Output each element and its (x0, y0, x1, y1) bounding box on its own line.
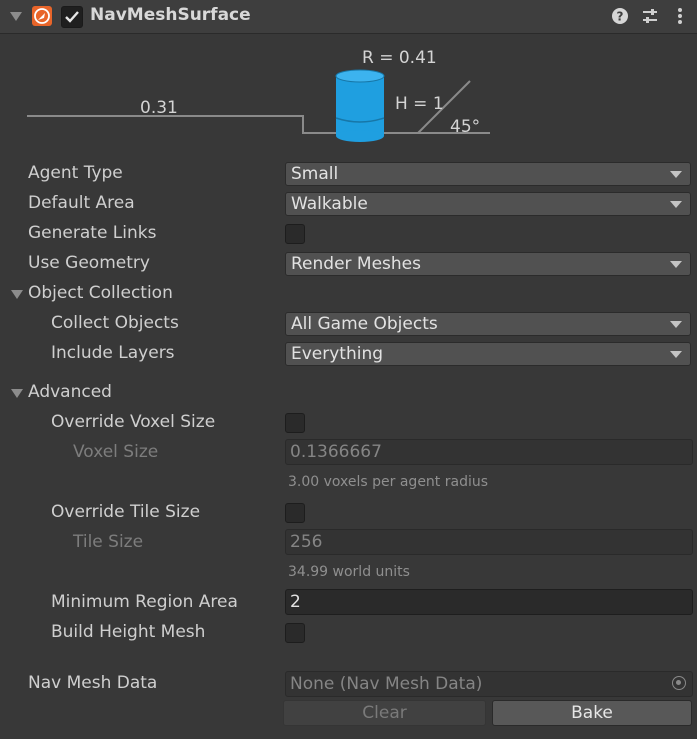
presets-icon[interactable] (639, 4, 661, 28)
minimum-region-area-label: Minimum Region Area (51, 592, 238, 612)
nav-mesh-data-value: None (Nav Mesh Data) (290, 674, 483, 694)
dropdown-arrow-icon (670, 261, 682, 268)
voxel-size-value: 0.1366667 (290, 442, 382, 462)
agent-type-label: Agent Type (28, 163, 123, 183)
agent-step-label: 0.31 (140, 98, 178, 118)
minimum-region-area-field[interactable]: 2 (285, 589, 693, 615)
agent-type-dropdown[interactable]: Small (285, 162, 691, 186)
component-enabled-checkbox[interactable] (61, 6, 83, 28)
checkmark-icon (65, 11, 79, 23)
agent-radius-label: R = 0.41 (362, 48, 437, 68)
voxel-size-label: Voxel Size (73, 442, 159, 462)
use-geometry-label: Use Geometry (28, 253, 150, 273)
override-tile-size-checkbox[interactable] (285, 503, 305, 523)
nav-mesh-data-label: Nav Mesh Data (28, 673, 158, 693)
tile-size-hint: 34.99 world units (288, 564, 410, 580)
more-icon[interactable] (669, 4, 691, 28)
agent-type-value: Small (291, 164, 339, 184)
agent-diagram (27, 69, 490, 142)
dropdown-arrow-icon (670, 351, 682, 358)
minimum-region-area-value: 2 (290, 592, 301, 612)
generate-links-checkbox[interactable] (285, 224, 305, 244)
clear-button[interactable]: Clear (283, 700, 486, 726)
default-area-label: Default Area (28, 193, 135, 213)
generate-links-label: Generate Links (28, 223, 157, 243)
override-voxel-size-label: Override Voxel Size (51, 412, 216, 432)
default-area-value: Walkable (291, 194, 368, 214)
tile-size-value: 256 (290, 532, 323, 552)
component-header: NavMeshSurface ? (0, 0, 697, 34)
voxel-size-field: 0.1366667 (285, 439, 693, 465)
advanced-header[interactable]: Advanced (28, 382, 112, 402)
collect-objects-value: All Game Objects (291, 314, 438, 334)
use-geometry-value: Render Meshes (291, 254, 421, 274)
object-collection-header[interactable]: Object Collection (28, 283, 173, 303)
dropdown-arrow-icon (670, 321, 682, 328)
include-layers-label: Include Layers (51, 343, 175, 363)
build-height-mesh-checkbox[interactable] (285, 623, 305, 643)
agent-cylinder (336, 76, 384, 136)
build-height-mesh-label: Build Height Mesh (51, 622, 206, 642)
object-collection-foldout-icon[interactable] (11, 290, 23, 299)
collect-objects-label: Collect Objects (51, 313, 179, 333)
agent-height-label: H = 1 (395, 94, 444, 114)
nav-mesh-data-field[interactable]: None (Nav Mesh Data) (285, 671, 693, 697)
dropdown-arrow-icon (670, 171, 682, 178)
help-icon[interactable]: ? (609, 4, 631, 28)
include-layers-dropdown[interactable]: Everything (285, 342, 691, 366)
use-geometry-dropdown[interactable]: Render Meshes (285, 252, 691, 276)
override-tile-size-label: Override Tile Size (51, 502, 201, 522)
navmesh-component-icon (32, 6, 52, 26)
advanced-foldout-icon[interactable] (11, 389, 23, 398)
foldout-arrow-icon[interactable] (10, 12, 22, 21)
object-picker-icon[interactable] (672, 676, 686, 690)
override-voxel-size-checkbox[interactable] (285, 413, 305, 433)
bake-button[interactable]: Bake (492, 700, 692, 726)
dropdown-arrow-icon (670, 201, 682, 208)
default-area-dropdown[interactable]: Walkable (285, 192, 691, 216)
agent-slope-label: 45° (450, 117, 481, 137)
tile-size-label: Tile Size (73, 532, 144, 552)
tile-size-field: 256 (285, 529, 693, 555)
voxel-size-hint: 3.00 voxels per agent radius (288, 474, 489, 490)
collect-objects-dropdown[interactable]: All Game Objects (285, 312, 691, 336)
include-layers-value: Everything (291, 344, 384, 364)
component-title: NavMeshSurface (90, 5, 251, 25)
svg-text:?: ? (617, 10, 624, 24)
